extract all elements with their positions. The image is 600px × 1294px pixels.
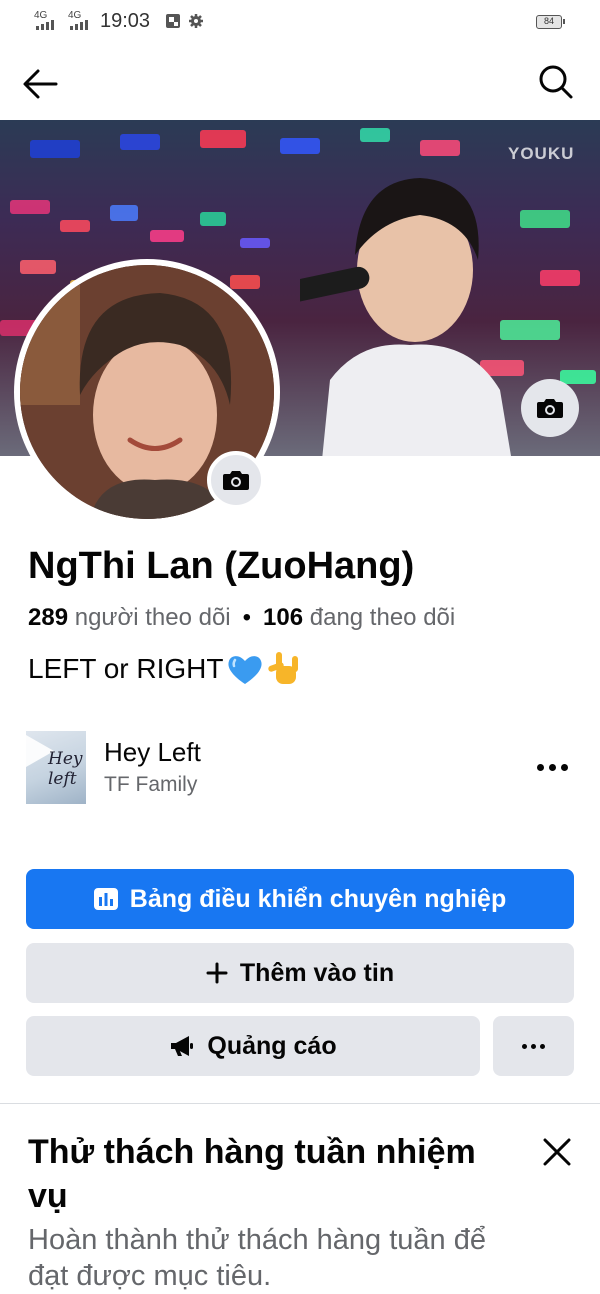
megaphone-icon xyxy=(171,1036,194,1056)
profile-name: NgThi Lan (ZuoHang) xyxy=(28,545,415,587)
love-you-gesture-icon xyxy=(267,652,298,684)
back-arrow-icon[interactable] xyxy=(20,64,60,104)
stats-separator: • xyxy=(242,604,252,631)
music-thumb-text: Hey left xyxy=(48,749,83,789)
search-icon[interactable] xyxy=(536,62,576,102)
cover-camera-button[interactable] xyxy=(521,379,579,437)
blue-heart-icon xyxy=(227,656,262,684)
camera-icon xyxy=(223,471,249,490)
profile-bio: LEFT or RIGHT xyxy=(28,650,304,688)
professional-dashboard-button[interactable]: Bảng điều khiển chuyên nghiệp xyxy=(26,869,574,929)
music-artist: TF Family xyxy=(104,773,198,796)
cover-watermark: YOUKU xyxy=(508,144,575,163)
music-more-button[interactable] xyxy=(530,752,574,782)
signal-icon-1: 4G xyxy=(34,10,54,30)
more-dot-icon xyxy=(560,763,568,771)
followers-label[interactable]: người theo dõi xyxy=(75,604,231,631)
follow-stats: 289 người theo dõi • 106 đang theo dõi xyxy=(28,604,455,632)
challenge-description: Hoàn thành thử thách hàng tuần để đạt đư… xyxy=(28,1224,486,1292)
network-label-2: 4G xyxy=(68,10,82,21)
more-dot-icon xyxy=(548,763,556,771)
music-thumbnail[interactable]: Hey left xyxy=(26,731,86,804)
close-icon[interactable] xyxy=(538,1133,576,1171)
section-divider xyxy=(0,1103,600,1104)
signal-icon-2: 4G xyxy=(68,10,88,30)
status-bar: 4G 4G 19:03 84 xyxy=(0,0,600,46)
battery-indicator: 84 xyxy=(536,15,565,29)
camera-icon xyxy=(537,399,563,418)
settings-gear-icon xyxy=(189,14,203,28)
add-to-story-button[interactable]: Thêm vào tin xyxy=(26,943,574,1003)
cover-performer-image xyxy=(300,178,511,456)
dashboard-chart-icon xyxy=(93,888,118,910)
status-time: 19:03 xyxy=(100,10,151,32)
bio-text: LEFT or RIGHT xyxy=(28,653,224,684)
network-label-1: 4G xyxy=(34,10,48,21)
following-label[interactable]: đang theo dõi xyxy=(310,604,455,631)
more-options-button[interactable] xyxy=(493,1016,574,1076)
music-title[interactable]: Hey Left xyxy=(104,737,201,768)
ads-button[interactable]: Quảng cáo xyxy=(26,1016,480,1076)
followers-count[interactable]: 289 xyxy=(28,604,68,631)
plus-icon xyxy=(206,962,228,984)
ads-label: Quảng cáo xyxy=(207,1031,337,1060)
screenshot-icon xyxy=(166,14,180,28)
avatar-camera-button[interactable] xyxy=(207,451,265,509)
challenge-title: Thử thách hàng tuần nhiệm vụ xyxy=(28,1133,476,1215)
following-count[interactable]: 106 xyxy=(263,604,303,631)
more-horizontal-icon xyxy=(522,1043,545,1049)
add-story-label: Thêm vào tin xyxy=(239,958,395,987)
dashboard-label: Bảng điều khiển chuyên nghiệp xyxy=(129,884,507,913)
more-dot-icon xyxy=(536,763,544,771)
